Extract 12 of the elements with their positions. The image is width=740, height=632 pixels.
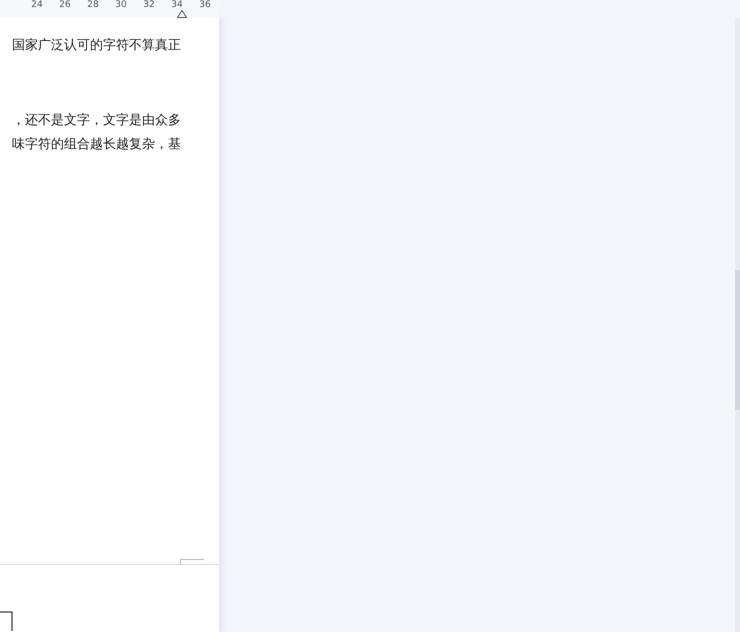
ruler-number: 26 — [58, 0, 72, 10]
margin-corner-icon — [0, 611, 13, 631]
text-line: 味字符的组合越长越复杂，基 — [12, 136, 181, 154]
text-line: ，还不是文字，文字是由众多 — [12, 112, 181, 130]
ruler-number: 30 — [114, 0, 128, 10]
ruler-number: 34 — [170, 0, 184, 10]
ruler-number: 28 — [86, 0, 100, 10]
scrollbar-thumb[interactable] — [735, 270, 740, 410]
ruler-number: 36 — [198, 0, 212, 10]
ruler-number: 24 — [30, 0, 44, 10]
text-line: 国家广泛认可的字符不算真正 — [12, 37, 181, 55]
ruler-number: 32 — [142, 0, 156, 10]
